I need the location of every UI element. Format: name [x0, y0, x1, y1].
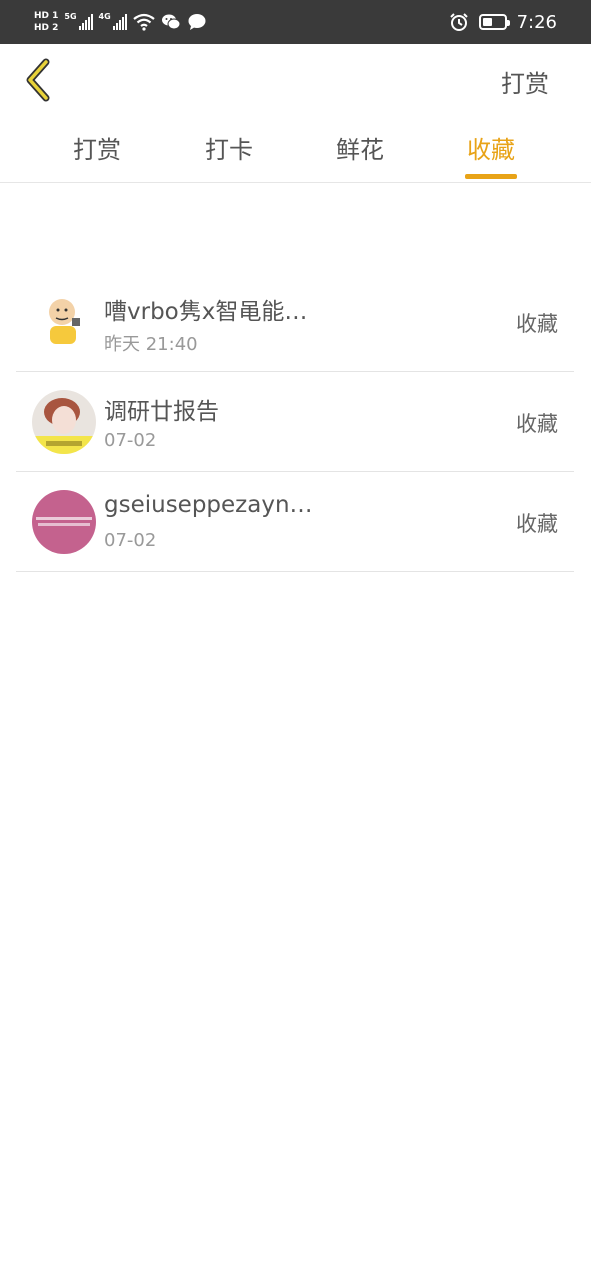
list-item[interactable]: 嘈vrbo隽x智黾能… 昨天 21:40 收藏 — [16, 272, 574, 372]
sim-indicators: HD 1 HD 2 — [34, 11, 58, 33]
signal2-icon — [112, 14, 127, 30]
cartoon-avatar-image — [32, 290, 96, 354]
alarm-icon — [449, 13, 468, 31]
signal1-icon — [78, 14, 93, 30]
wechat-icon — [161, 14, 181, 30]
tab-label: 打赏 — [73, 136, 121, 164]
status-time: 7:26 — [516, 11, 557, 33]
avatar — [32, 490, 96, 554]
back-button[interactable] — [18, 54, 62, 104]
activity-list: 嘈vrbo隽x智黾能… 昨天 21:40 收藏 调研廿报告 07-02 收藏 g… — [16, 272, 574, 572]
network1-label: 5G — [64, 11, 77, 21]
tab-label: 收藏 — [467, 136, 515, 164]
list-item[interactable]: gseiuseppezayn… 07-02 收藏 — [16, 472, 574, 572]
item-type: 收藏 — [516, 312, 558, 336]
sim1-label: HD 1 — [34, 11, 59, 21]
tab-flowers[interactable]: 鲜花 — [336, 130, 384, 165]
list-item[interactable]: 调研廿报告 07-02 收藏 — [16, 372, 574, 472]
status-bar: HD 1 HD 2 5G 4G 7:26 — [0, 0, 591, 44]
header-action-button[interactable]: 打赏 — [501, 64, 549, 99]
item-date: 07-02 — [104, 430, 157, 451]
wifi-icon — [133, 13, 155, 31]
header: 打赏 — [0, 44, 591, 116]
battery-icon — [478, 14, 510, 30]
tab-favorites[interactable]: 收藏 — [465, 130, 517, 179]
tab-label: 鲜花 — [336, 136, 384, 164]
tab-bar: 打赏 打卡 鲜花 收藏 — [0, 116, 591, 183]
tab-checkin[interactable]: 打卡 — [205, 130, 253, 165]
item-type: 收藏 — [516, 512, 558, 536]
avatar — [32, 390, 96, 454]
status-right: 7:26 — [449, 0, 557, 44]
item-type: 收藏 — [516, 412, 558, 436]
item-title: 调研廿报告 — [104, 399, 219, 425]
status-left: HD 1 HD 2 5G 4G — [34, 6, 207, 38]
chevron-left-icon — [26, 58, 50, 102]
network2-label: 4G — [98, 11, 111, 21]
active-tab-indicator — [465, 174, 517, 179]
item-date: 昨天 21:40 — [104, 334, 198, 355]
tab-tip[interactable]: 打赏 — [73, 130, 121, 165]
pink-avatar-image — [32, 490, 96, 554]
item-title: 嘈vrbo隽x智黾能… — [104, 299, 308, 325]
battery-fill — [482, 18, 492, 26]
photo-avatar-image — [32, 390, 96, 454]
tab-label: 打卡 — [205, 136, 253, 164]
sim2-label: HD 2 — [34, 23, 59, 33]
item-title: gseiuseppezayn… — [104, 492, 313, 518]
item-date: 07-02 — [104, 530, 157, 551]
avatar — [32, 290, 96, 354]
message-icon — [188, 14, 206, 30]
